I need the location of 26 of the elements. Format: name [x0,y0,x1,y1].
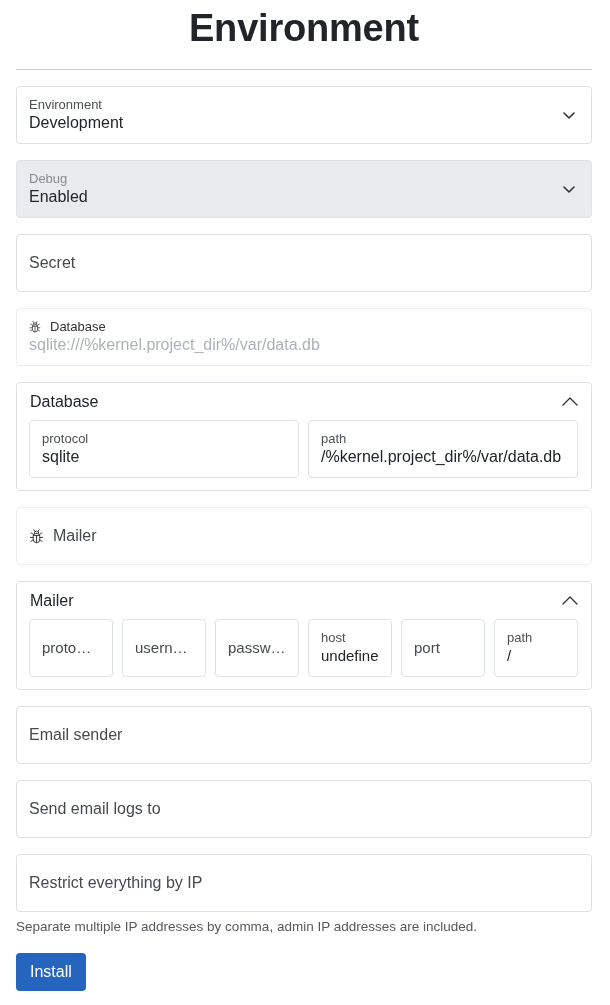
text-field[interactable]: host undefine [308,619,392,677]
chevron-down-icon [563,111,575,119]
chevron-up-icon [562,596,578,605]
submit-button[interactable]: Install [16,953,86,991]
text-field[interactable]: path / [494,619,578,677]
text-field[interactable]: passw… [215,619,299,677]
dsn-field[interactable]: Mailer [16,507,592,565]
section-toggle[interactable]: Mailer [29,582,578,619]
text-field[interactable]: Secret [16,234,592,292]
page-title: Environment [188,6,420,51]
text-field[interactable]: usern… [122,619,206,677]
text-field[interactable]: protocol sqlite [29,420,299,478]
text-field[interactable]: Email sender [16,706,592,764]
select-field[interactable]: Environment Development [16,86,592,144]
text-field[interactable]: proto… [29,619,113,677]
chevron-down-icon [563,185,575,193]
bug-icon [29,321,41,333]
text-field[interactable]: Send email logs to [16,780,592,838]
chevron-up-icon [562,397,578,406]
bug-icon [29,528,44,544]
section-toggle[interactable]: Database [29,383,578,420]
dsn-field[interactable]: Database sqlite:///%kernel.project_dir%/var/data.db [16,308,592,366]
text-field[interactable]: Restrict everything by IP [16,854,592,912]
text-field[interactable]: path /%kernel.project_dir%/var/data.db [308,420,578,478]
help-text: Separate multiple IP addresses by comma, admin IP addresses are included. [16,919,478,935]
text-field[interactable]: port [401,619,485,677]
